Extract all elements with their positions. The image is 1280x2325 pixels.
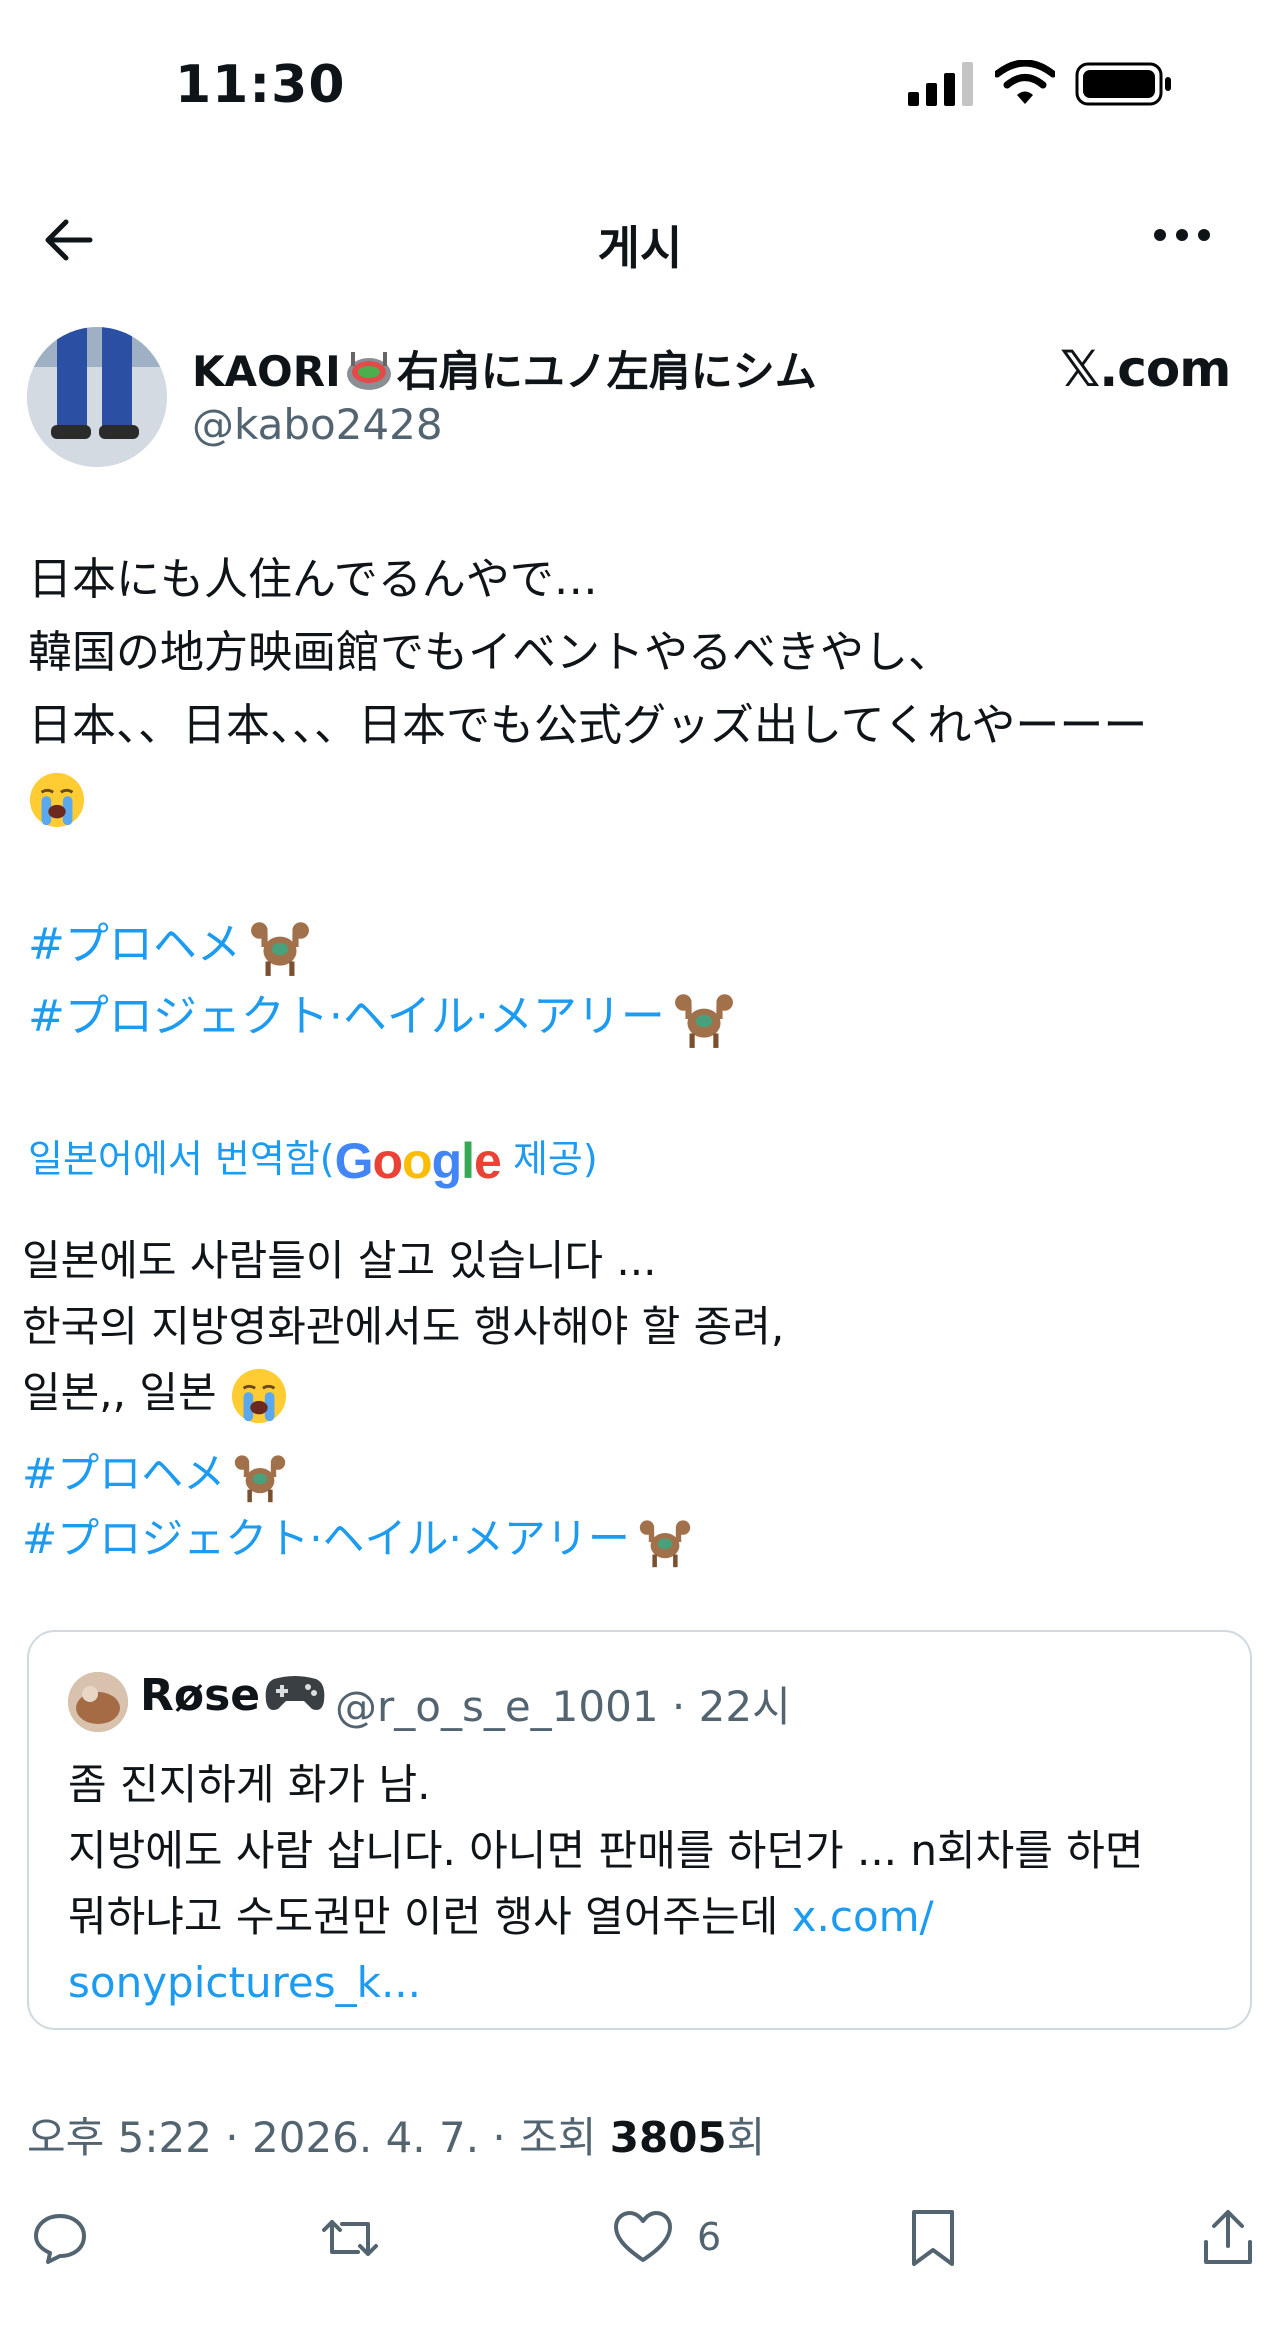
x-com-logo[interactable]: 𝕏.com <box>1060 340 1231 398</box>
retweet-icon[interactable] <box>318 2208 382 2272</box>
reply-icon[interactable] <box>30 2208 90 2272</box>
share-icon[interactable] <box>1200 2208 1256 2272</box>
crying-face-emoji-icon <box>28 768 86 829</box>
google-letter: g <box>431 1133 463 1189</box>
quoted-text-line: 좀 진지하게 화가 남. <box>68 1760 431 1809</box>
author-handle[interactable]: @kabo2428 <box>192 400 443 449</box>
quoted-author-name: Røse <box>140 1670 326 1726</box>
view-suffix: 회 <box>726 2113 766 2162</box>
view-count: 3805 <box>609 2113 727 2162</box>
more-options-icon[interactable] <box>1152 225 1212 249</box>
quoted-link[interactable]: x.com/ <box>792 1892 934 1941</box>
crab-emoji-icon <box>630 1514 692 1567</box>
page-title: 게시 <box>597 221 683 275</box>
stadium-emoji-icon <box>345 348 393 402</box>
status-time: 11:30 <box>175 55 346 115</box>
like-heart-icon[interactable] <box>612 2208 674 2272</box>
google-letter: o <box>372 1133 404 1189</box>
translated-text-line: 일본에도 사람들이 살고 있습니다 ... <box>22 1236 657 1285</box>
tweet-text-line: 韓国の地方映画館でもイベントやるべきやし、 <box>28 627 952 678</box>
quoted-author-name-text: Røse <box>140 1670 261 1721</box>
translated-text-line: 일본,, 일본 <box>22 1364 288 1425</box>
quoted-text-line: 뭐하냐고 수도권만 이런 행사 열어주는데 x.com/ <box>68 1888 934 1946</box>
crying-face-emoji-icon <box>230 1368 288 1423</box>
translation-note[interactable]: 일본어에서 번역함(Google 제공) <box>28 1128 598 1190</box>
author-name[interactable]: KAORI 右肩にユノ左肩にシム <box>192 338 817 402</box>
tweet-text-line: 日本、、日本、、、日本でも公式グッズ出してくれやーーー <box>28 700 1148 751</box>
tweet-timestamp-views: 오후 5:22 · 2026. 4. 7. · 조회 3805회 <box>27 2104 765 2165</box>
google-logo: Google <box>334 1133 502 1189</box>
author-name-prefix: KAORI <box>192 347 341 396</box>
crab-emoji-icon <box>241 919 311 976</box>
quoted-author-avatar <box>68 1672 128 1732</box>
author-avatar[interactable] <box>27 327 167 467</box>
like-count: 6 <box>697 2215 722 2259</box>
hashtag-link[interactable]: #プロジェクト·ヘイル·メアリー <box>28 987 735 1050</box>
bookmark-icon[interactable] <box>908 2208 958 2272</box>
wifi-icon <box>993 59 1057 110</box>
google-letter: e <box>474 1133 502 1189</box>
cellular-signal-icon <box>908 62 976 110</box>
author-name-suffix: 右肩にユノ左肩にシム <box>396 347 817 396</box>
quoted-author-meta: @r_o_s_e_1001 · 22시 <box>335 1682 791 1731</box>
tweet-text-line: 日本にも人住んでるんやで… <box>28 554 598 605</box>
hashtag-text[interactable]: #プロヘメ <box>28 919 241 970</box>
google-letter: o <box>402 1133 433 1189</box>
battery-icon <box>1075 62 1173 110</box>
hashtag-text[interactable]: #プロヘメ <box>22 1449 225 1498</box>
translated-text-line: 한국의 지방영화관에서도 행사해야 할 종려, <box>22 1302 785 1351</box>
google-letter: l <box>461 1133 475 1189</box>
game-controller-emoji-icon <box>264 1671 326 1726</box>
crab-emoji-icon <box>665 991 735 1048</box>
translation-note-suffix: 제공) <box>500 1137 598 1181</box>
google-letter: G <box>334 1133 374 1189</box>
quoted-text-line: 지방에도 사람 삽니다. 아니면 판매를 하던가 ... n회차를 하면 <box>68 1826 1144 1875</box>
hashtag-link[interactable]: #プロヘメ <box>22 1445 287 1504</box>
hashtag-link[interactable]: #プロジェクト·ヘイル·メアリー <box>22 1510 692 1569</box>
crab-emoji-icon <box>225 1449 287 1502</box>
hashtag-text[interactable]: #プロジェクト·ヘイル·メアリー <box>28 991 665 1042</box>
translation-note-prefix: 일본어에서 번역함( <box>28 1137 335 1181</box>
hashtag-text[interactable]: #プロジェクト·ヘイル·メアリー <box>22 1514 630 1563</box>
hashtag-link[interactable]: #プロヘメ <box>28 915 311 978</box>
quoted-link[interactable]: sonypictures_k... <box>68 1954 421 2012</box>
timestamp[interactable]: 오후 5:22 · 2026. 4. 7. · 조회 <box>27 2113 610 2162</box>
translated-text: 일본,, 일본 <box>22 1368 217 1417</box>
quoted-text: 뭐하냐고 수도권만 이런 행사 열어주는데 <box>68 1892 792 1941</box>
